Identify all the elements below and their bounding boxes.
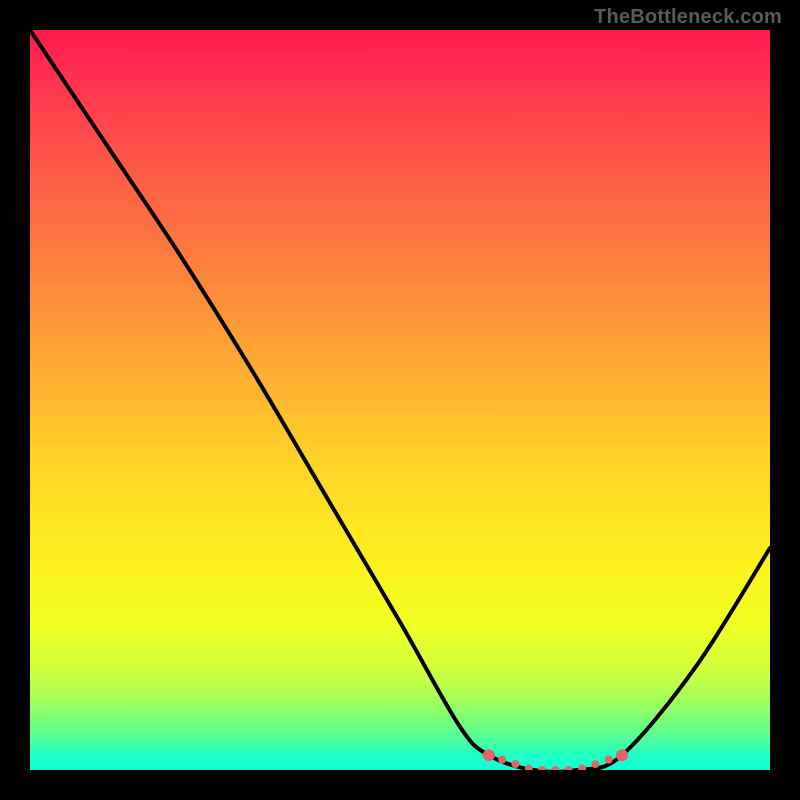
bottleneck-curve-svg bbox=[30, 30, 770, 770]
optimal-marker-dot bbox=[538, 766, 546, 770]
optimal-marker-dot bbox=[616, 749, 628, 761]
optimal-marker-dot bbox=[525, 765, 533, 770]
attribution-text: TheBottleneck.com bbox=[594, 6, 782, 29]
optimal-marker-dot bbox=[498, 756, 506, 764]
optimal-marker-dot bbox=[591, 760, 599, 768]
optimal-marker-dot bbox=[605, 756, 613, 764]
optimal-marker-dot bbox=[565, 766, 573, 770]
chart-frame bbox=[30, 30, 770, 770]
optimal-marker-dot bbox=[551, 766, 559, 770]
optimal-marker-dot bbox=[511, 760, 519, 768]
bottleneck-curve-line bbox=[30, 30, 770, 770]
optimal-marker-dot bbox=[578, 765, 586, 770]
optimal-marker-dot bbox=[483, 749, 495, 761]
